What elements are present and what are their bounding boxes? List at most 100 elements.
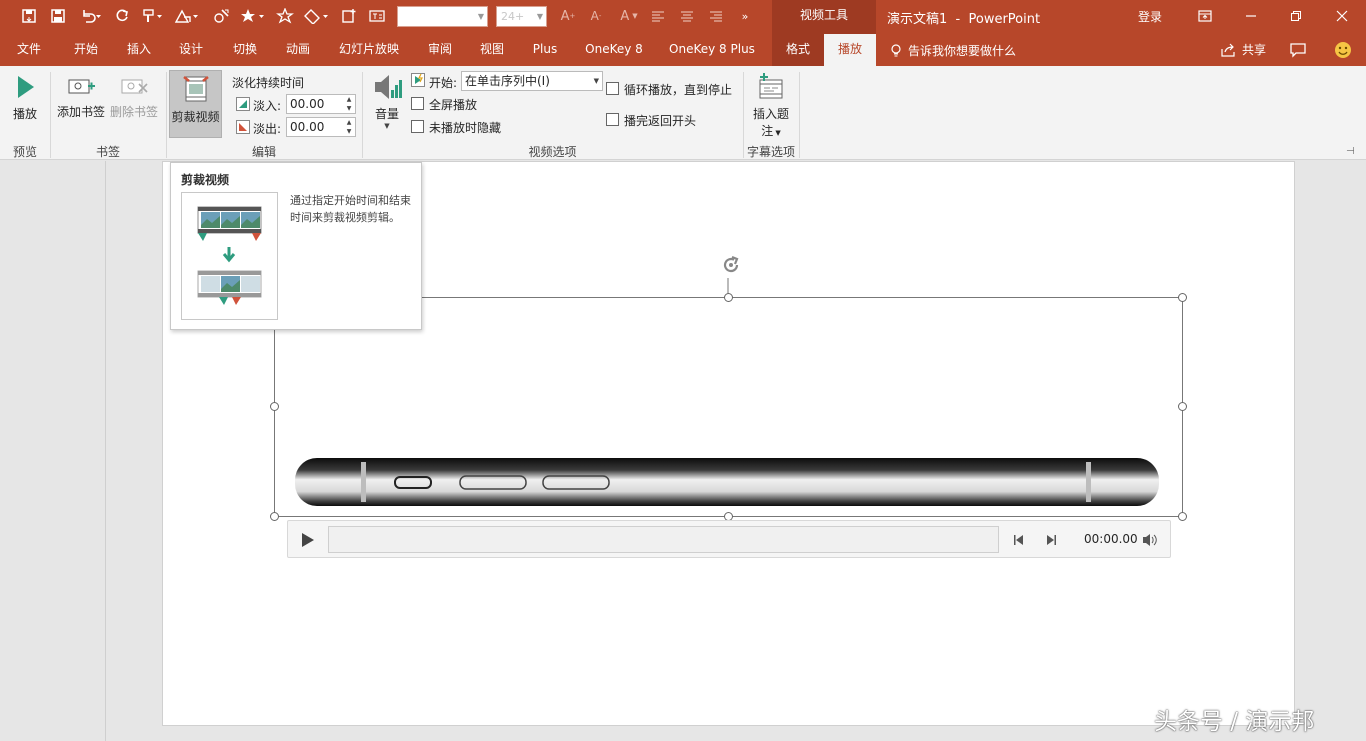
ribbon-display-icon[interactable] bbox=[1194, 5, 1216, 27]
pin-ribbon-icon[interactable]: ⊣ bbox=[1346, 146, 1355, 157]
play-icon bbox=[18, 76, 34, 98]
fade-duration-label: 淡化持续时间 bbox=[232, 76, 305, 90]
step-forward-icon[interactable] bbox=[1044, 533, 1058, 547]
chevron-down-icon: ▼ bbox=[536, 12, 543, 21]
chevron-down-icon: ▼ bbox=[593, 77, 599, 85]
tab-file[interactable]: 文件 bbox=[0, 34, 58, 66]
fade-out-value: 00.00 bbox=[290, 120, 325, 134]
effects-icon[interactable] bbox=[274, 5, 296, 27]
remove-bookmark-button[interactable]: 删除书签 bbox=[108, 74, 160, 134]
loop-label: 循环播放，直到停止 bbox=[624, 83, 733, 97]
watermark: 头条号 / 演示邦 bbox=[1154, 709, 1315, 735]
volume-icon[interactable] bbox=[1141, 532, 1159, 548]
tab-animations[interactable]: 动画 bbox=[272, 34, 324, 66]
shapes-icon[interactable] bbox=[172, 5, 202, 27]
save-icon[interactable] bbox=[47, 5, 69, 27]
trim-video-button[interactable]: 剪裁视频 bbox=[169, 70, 222, 138]
format-painter-icon[interactable] bbox=[140, 5, 166, 27]
redo-icon[interactable] bbox=[112, 5, 132, 27]
arrange-icon[interactable] bbox=[210, 5, 234, 27]
tab-playback[interactable]: 播放 bbox=[824, 34, 876, 66]
autosave-icon[interactable] bbox=[18, 5, 40, 27]
video-player-bar: 00:00.00 bbox=[287, 520, 1171, 558]
font-name-box[interactable]: ▼ bbox=[397, 6, 488, 27]
add-bookmark-button[interactable]: 添加书签 bbox=[55, 74, 107, 134]
start-value: 在单击序列中(I) bbox=[465, 74, 550, 88]
tab-format[interactable]: 格式 bbox=[772, 34, 824, 66]
tooltip-title: 剪裁视频 bbox=[181, 173, 230, 187]
tab-home[interactable]: 开始 bbox=[58, 34, 114, 66]
resize-handle[interactable] bbox=[724, 293, 733, 302]
volume-button[interactable]: 音量 ▼ bbox=[368, 72, 406, 138]
insert-caption-button[interactable]: 插入题 注 ▼ bbox=[748, 72, 794, 140]
resize-handle[interactable] bbox=[1178, 293, 1187, 302]
tell-me-box[interactable]: 告诉我你想要做什么 bbox=[890, 42, 1016, 59]
close-icon[interactable] bbox=[1331, 5, 1353, 27]
loop-checkbox[interactable] bbox=[606, 82, 619, 95]
new-slide-icon[interactable] bbox=[338, 5, 360, 27]
group-label-bookmarks: 书签 bbox=[95, 145, 120, 159]
tab-onekey8[interactable]: OneKey 8 bbox=[576, 34, 652, 66]
quick-styles-icon[interactable] bbox=[238, 5, 268, 27]
rewind-checkbox[interactable] bbox=[606, 113, 619, 126]
textbox-icon[interactable] bbox=[366, 5, 388, 27]
fade-in-value: 00.00 bbox=[290, 97, 325, 111]
smiley-icon[interactable] bbox=[1334, 41, 1352, 62]
outline-icon[interactable] bbox=[300, 5, 332, 27]
decrease-font-icon[interactable]: A- bbox=[586, 5, 606, 27]
font-size-box[interactable]: 24+ ▼ bbox=[496, 6, 547, 27]
hide-not-playing-label: 未播放时隐藏 bbox=[429, 121, 502, 135]
minimize-icon[interactable] bbox=[1240, 5, 1262, 27]
more-icon[interactable]: » bbox=[736, 5, 754, 27]
fade-in-input[interactable]: 00.00 ▲ ▼ bbox=[286, 94, 356, 114]
undo-icon[interactable] bbox=[77, 5, 105, 27]
restore-icon[interactable] bbox=[1285, 5, 1307, 27]
ribbon-tabs: 文件 开始 插入 设计 切换 动画 幻灯片放映 审阅 视图 Plus OneKe… bbox=[0, 34, 1366, 66]
hide-not-playing-checkbox[interactable] bbox=[411, 120, 424, 133]
align-right-icon[interactable] bbox=[706, 5, 726, 27]
group-label-video-options: 视频选项 bbox=[528, 145, 577, 159]
font-color-icon[interactable]: A ▼ bbox=[616, 5, 642, 27]
tab-transitions[interactable]: 切换 bbox=[218, 34, 272, 66]
seek-bar[interactable] bbox=[328, 526, 999, 553]
chevron-down-icon: ▼ bbox=[384, 122, 390, 130]
tab-slideshow[interactable]: 幻灯片放映 bbox=[324, 34, 414, 66]
align-center-icon[interactable] bbox=[677, 5, 697, 27]
resize-handle[interactable] bbox=[1178, 402, 1187, 411]
tab-plus[interactable]: Plus bbox=[520, 34, 570, 66]
fade-in-label: 淡入: bbox=[253, 99, 282, 113]
step-back-icon[interactable] bbox=[1012, 533, 1026, 547]
rotate-handle-icon[interactable] bbox=[718, 253, 744, 277]
tab-view[interactable]: 视图 bbox=[466, 34, 518, 66]
fade-out-input[interactable]: 00.00 ▲ ▼ bbox=[286, 117, 356, 137]
tab-insert[interactable]: 插入 bbox=[114, 34, 164, 66]
spinner-arrows-icon[interactable]: ▲ ▼ bbox=[343, 95, 355, 113]
insert-caption-label-2: 注 bbox=[761, 124, 774, 138]
volume-icon bbox=[375, 75, 402, 99]
fade-out-label: 淡出: bbox=[253, 122, 282, 136]
add-bookmark-label: 添加书签 bbox=[56, 105, 105, 119]
align-left-icon[interactable] bbox=[648, 5, 668, 27]
resize-handle[interactable] bbox=[270, 512, 279, 521]
resize-handle[interactable] bbox=[1178, 512, 1187, 521]
play-button[interactable]: 播放 bbox=[6, 74, 44, 134]
trim-video-label: 剪裁视频 bbox=[171, 110, 220, 124]
tab-design[interactable]: 设计 bbox=[164, 34, 218, 66]
slide-thumbnail-pane[interactable] bbox=[0, 161, 106, 741]
spinner-arrows-icon[interactable]: ▲ ▼ bbox=[343, 118, 355, 136]
resize-handle[interactable] bbox=[270, 402, 279, 411]
volume-label: 音量 bbox=[374, 107, 399, 121]
tab-review[interactable]: 审阅 bbox=[414, 34, 466, 66]
add-bookmark-icon bbox=[68, 79, 95, 94]
group-label-editing: 编辑 bbox=[251, 145, 276, 159]
increase-font-icon[interactable]: A + bbox=[558, 5, 578, 27]
share-button[interactable]: 共享 bbox=[1220, 41, 1266, 58]
play-icon[interactable] bbox=[299, 532, 315, 548]
start-select[interactable]: 在单击序列中(I) ▼ bbox=[461, 71, 603, 91]
comments-icon[interactable] bbox=[1289, 42, 1307, 61]
ribbon-playback: 播放 预览 添加书签 删除书签 书签 剪裁视频 淡化持续时间 淡入: 00.00… bbox=[0, 66, 1366, 160]
tab-onekey8-plus[interactable]: OneKey 8 Plus bbox=[662, 34, 762, 66]
remove-bookmark-icon bbox=[121, 79, 148, 94]
login-link[interactable]: 登录 bbox=[1138, 8, 1162, 25]
fullscreen-checkbox[interactable] bbox=[411, 97, 424, 110]
